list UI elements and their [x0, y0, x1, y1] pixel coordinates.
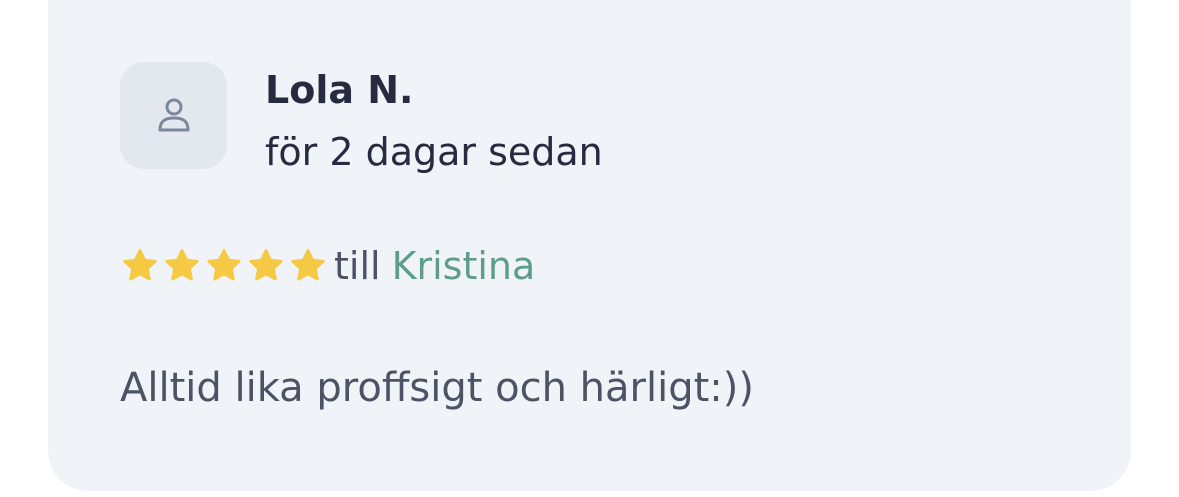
review-timestamp: för 2 dagar sedan	[265, 130, 603, 174]
reviewer-name: Lola N.	[265, 68, 414, 112]
star-rating	[120, 246, 330, 286]
star-icon	[204, 246, 244, 286]
user-icon	[154, 96, 194, 136]
star-icon	[162, 246, 202, 286]
rating-recipient-prefix: till	[334, 244, 381, 288]
recipient-link[interactable]: Kristina	[392, 244, 536, 288]
star-icon	[246, 246, 286, 286]
star-icon	[288, 246, 328, 286]
rating-row: till Kristina	[120, 241, 535, 291]
star-icon	[120, 246, 160, 286]
review-text: Alltid lika proffsigt och härligt:))	[120, 365, 754, 411]
avatar	[120, 62, 227, 169]
